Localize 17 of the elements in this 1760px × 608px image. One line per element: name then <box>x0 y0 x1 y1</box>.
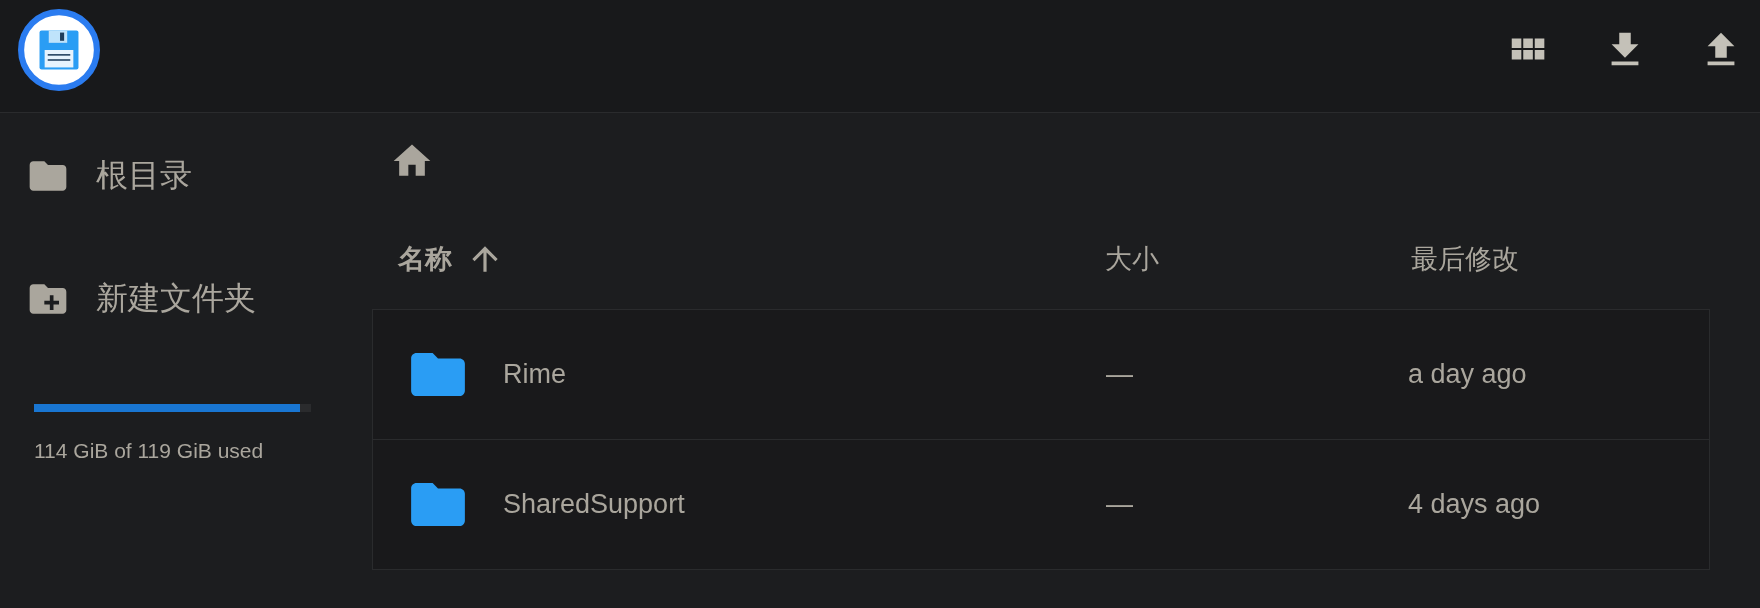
file-size: — <box>1106 359 1133 390</box>
sidebar-item[interactable]: 新建文件夹 <box>26 276 256 322</box>
file-name: Rime <box>503 359 566 390</box>
storage-usage-text: 114 GiB of 119 GiB used <box>34 439 264 463</box>
folder-row[interactable]: SharedSupport — 4 days ago <box>373 439 1709 569</box>
folder-icon <box>411 353 465 396</box>
modified-time: 4 days ago <box>1408 489 1541 520</box>
floppy-disk-logo[interactable] <box>18 9 100 91</box>
sidebar-item[interactable]: 根目录 <box>26 153 192 199</box>
column-header[interactable]: 名称 <box>398 241 452 277</box>
column-header[interactable]: 大小 <box>1105 241 1159 277</box>
column-header[interactable]: 最后修改 <box>1411 241 1519 277</box>
file-name: SharedSupport <box>503 489 685 520</box>
folder-row[interactable]: Rime — a day ago <box>373 310 1709 439</box>
folder-icon <box>411 483 465 526</box>
file-size: — <box>1106 489 1133 520</box>
modified-time: a day ago <box>1408 359 1527 390</box>
